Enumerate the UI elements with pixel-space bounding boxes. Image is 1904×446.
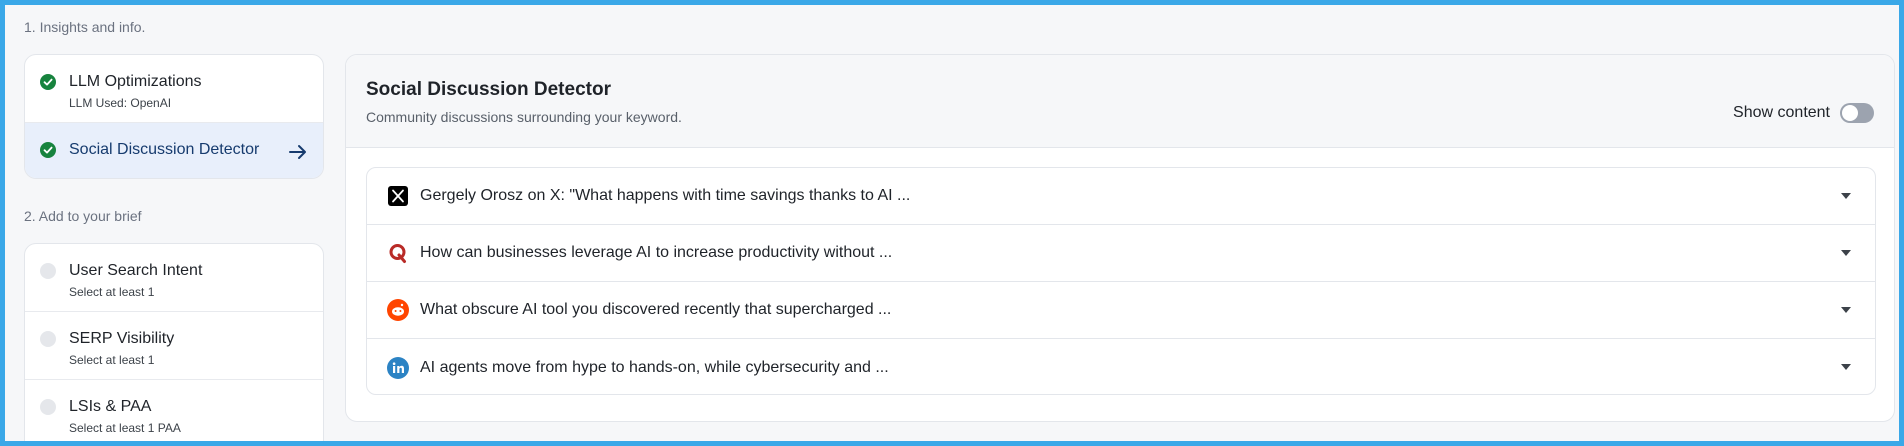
discussion-title: How can businesses leverage AI to increa…	[420, 244, 893, 261]
panel-header: Social Discussion Detector Community dis…	[346, 55, 1894, 148]
discussion-item[interactable]: What obscure AI tool you discovered rece…	[367, 282, 1875, 339]
step-title: Social Discussion Detector	[69, 141, 260, 158]
step-user-search-intent[interactable]: User Search Intent Select at least 1	[25, 244, 323, 312]
step-lsis-paa[interactable]: LSIs & PAA Select at least 1 PAA	[25, 380, 323, 441]
x-icon	[387, 185, 409, 207]
empty-circle-icon	[40, 331, 56, 347]
step-social-discussion-detector[interactable]: Social Discussion Detector	[25, 123, 323, 178]
reddit-icon	[387, 299, 409, 321]
discussion-item[interactable]: Gergely Orosz on X: "What happens with t…	[367, 168, 1875, 225]
step-subtitle: LLM Used: OpenAI	[69, 96, 172, 110]
section-label-insights: 1. Insights and info.	[24, 19, 146, 35]
brief-card: User Search Intent Select at least 1 SER…	[24, 243, 324, 441]
step-subtitle: Select at least 1	[69, 353, 155, 367]
step-title: User Search Intent	[69, 262, 203, 279]
arrow-right-icon	[287, 141, 309, 163]
app-frame: 1. Insights and info. LLM Optimizations …	[5, 5, 1899, 441]
step-subtitle: Select at least 1 PAA	[69, 421, 181, 435]
panel-subtitle: Community discussions surrounding your k…	[366, 109, 682, 125]
discussion-item[interactable]: How can businesses leverage AI to increa…	[367, 225, 1875, 282]
discussion-title: What obscure AI tool you discovered rece…	[420, 301, 892, 318]
check-circle-icon	[40, 142, 56, 158]
show-content-toggle[interactable]	[1840, 103, 1874, 123]
discussion-title: AI agents move from hype to hands-on, wh…	[420, 358, 889, 376]
chevron-down-icon[interactable]	[1841, 364, 1851, 370]
social-discussion-panel: Social Discussion Detector Community dis…	[345, 54, 1895, 422]
linkedin-icon	[387, 356, 409, 379]
step-serp-visibility[interactable]: SERP Visibility Select at least 1	[25, 312, 323, 380]
section-label-brief: 2. Add to your brief	[24, 208, 142, 224]
check-circle-icon	[40, 74, 56, 90]
empty-circle-icon	[40, 399, 56, 415]
discussion-list: Gergely Orosz on X: "What happens with t…	[366, 167, 1876, 395]
step-title: SERP Visibility	[69, 330, 175, 347]
empty-circle-icon	[40, 263, 56, 279]
chevron-down-icon[interactable]	[1841, 250, 1851, 256]
discussion-title: Gergely Orosz on X: "What happens with t…	[420, 187, 911, 204]
step-llm-optimizations[interactable]: LLM Optimizations LLM Used: OpenAI	[25, 55, 323, 123]
step-subtitle: Select at least 1	[69, 285, 155, 299]
insights-card: LLM Optimizations LLM Used: OpenAI Socia…	[24, 54, 324, 179]
discussion-item[interactable]: AI agents move from hype to hands-on, wh…	[367, 339, 1875, 394]
chevron-down-icon[interactable]	[1841, 307, 1851, 313]
show-content-label: Show content	[1733, 104, 1830, 121]
quora-icon	[387, 242, 409, 264]
panel-title: Social Discussion Detector	[366, 79, 611, 100]
chevron-down-icon[interactable]	[1841, 193, 1851, 199]
step-title: LLM Optimizations	[69, 73, 202, 90]
show-content-control: Show content	[1733, 103, 1874, 123]
step-title: LSIs & PAA	[69, 398, 152, 415]
